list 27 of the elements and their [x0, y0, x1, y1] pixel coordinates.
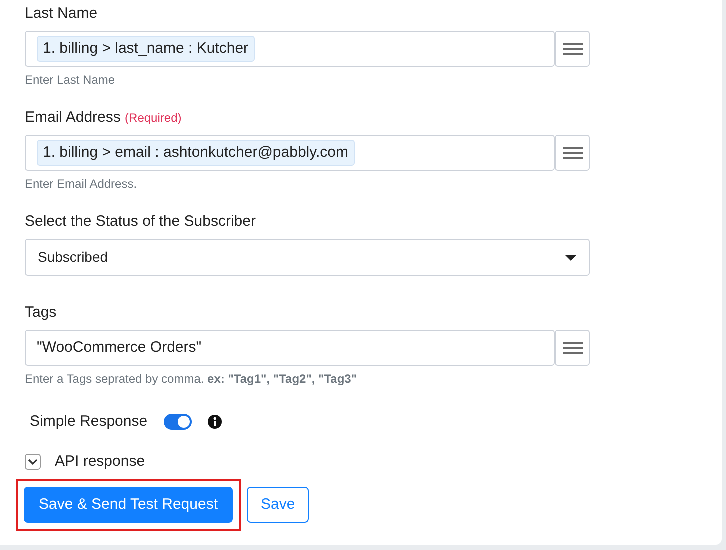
menu-button[interactable]	[555, 31, 590, 67]
field-label: Last Name	[25, 5, 98, 22]
chevron-icon	[28, 459, 38, 465]
field-hint: Enter a Tags seprated by comma. ex: "Tag1", "Tag2", "Tag3"	[25, 371, 358, 388]
input-field[interactable]: "WooCommerce Orders"	[25, 330, 555, 366]
section-label: API response	[55, 452, 146, 472]
field-label: Tags	[25, 304, 57, 321]
menu-icon	[562, 145, 582, 161]
input-field[interactable]: 1. billing > email : ashtonkutcher@pabbly.com	[25, 135, 555, 171]
save-button[interactable]: Save	[247, 487, 310, 523]
input-field[interactable]: 1. billing > last_name : Kutcher	[25, 31, 555, 67]
toggle-label: Simple Response	[30, 412, 148, 432]
caret-icon	[565, 254, 577, 260]
field-hint: Enter Last Name	[25, 72, 116, 89]
toggle-switch[interactable]	[164, 414, 192, 430]
field-label: Email Address	[25, 109, 121, 126]
menu-button[interactable]	[555, 135, 590, 171]
expand-toggle[interactable]	[25, 454, 41, 470]
field-label: Select the Status of the Subscriber	[25, 213, 256, 230]
menu-icon	[562, 340, 582, 356]
menu-icon	[562, 41, 582, 57]
status-select[interactable]: Subscribed	[25, 239, 590, 276]
field-hint: Enter Email Address.	[25, 176, 138, 193]
info-icon[interactable]	[208, 415, 222, 429]
menu-button[interactable]	[555, 330, 590, 366]
send-test-button[interactable]: Save & Send Test Request	[24, 487, 234, 523]
required-note: (Required)	[125, 111, 182, 125]
